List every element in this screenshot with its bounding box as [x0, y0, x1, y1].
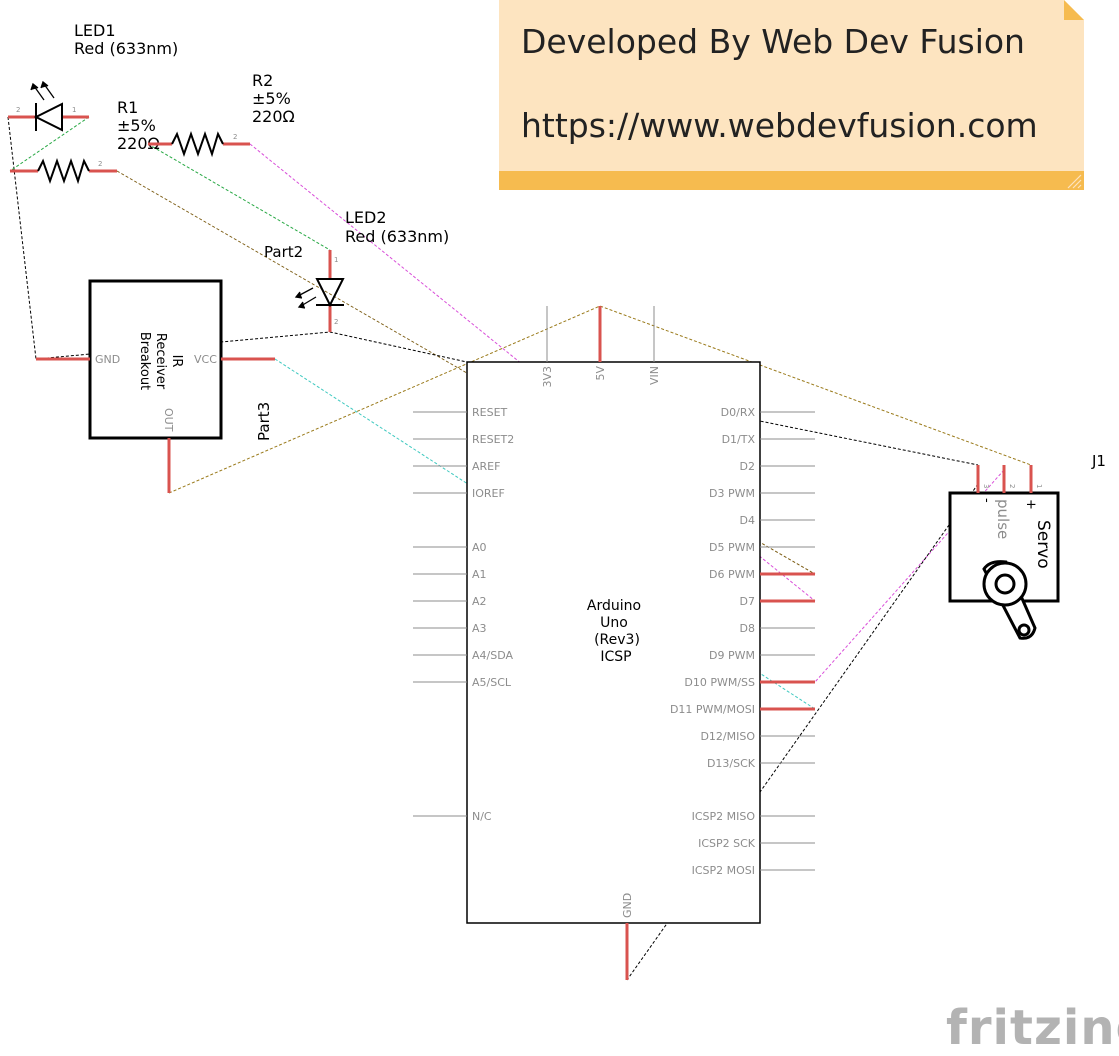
arduino-uno[interactable]: 3V3 5V VIN GND RESET RESET2 AREF IOREF A0 A1 A… [413, 306, 815, 980]
arduino-left-pin-aref: AREF [472, 460, 500, 473]
arduino-pin-vin: VIN [648, 366, 661, 385]
fritzing-logo: fritzing [946, 1000, 1119, 1056]
arduino-right-pin-d1-tx: D1/TX [722, 433, 756, 446]
led2-pin2-label: 2 [334, 318, 338, 326]
servo-pin-plus: + [1023, 499, 1038, 510]
led1[interactable]: 2 1 LED1 Red (633nm) [8, 21, 178, 132]
resistor-r2[interactable]: 2 R2 ±5% 220Ω [148, 71, 295, 158]
servo-pin1-num: 1 [1035, 484, 1043, 488]
led2-light-arrows-icon [294, 287, 317, 309]
arduino-left-pin-a5-scl: A5/SCL [472, 676, 512, 689]
arduino-right-pin-d5-pwm: D5 PWM [709, 541, 755, 554]
led2[interactable]: 1 2 LED2 Red (633nm) Part2 [264, 208, 449, 332]
arduino-right-pin-d10-pwm-ss: D10 PWM/SS [684, 676, 755, 689]
arduino-left-pin-n-c: N/C [472, 810, 492, 823]
arduino-left-pin-ioref: IOREF [472, 487, 505, 500]
led2-value: Red (633nm) [345, 227, 449, 246]
arduino-right-pin-icsp2-sck: ICSP2 SCK [698, 837, 756, 850]
servo-pin-pulse: pulse [994, 499, 1012, 539]
servo-j1[interactable]: 3 2 1 - pulse + Servo J1 [948, 452, 1106, 640]
ir-pin-vcc: VCC [194, 353, 217, 366]
arduino-left-pin-a0: A0 [472, 541, 487, 554]
led1-light-arrows-icon [30, 80, 55, 101]
servo-pin2-num: 2 [1008, 484, 1016, 488]
r2-zigzag [171, 130, 224, 158]
led1-value: Red (633nm) [74, 39, 178, 58]
schematic-canvas: Developed By Web Dev Fusion https://www.… [7, 0, 1119, 1056]
arduino-left-pin-a1: A1 [472, 568, 487, 581]
led2-name: LED2 [345, 208, 387, 227]
arduino-title-line4: ICSP [600, 649, 631, 665]
arduino-pin-3v3: 3V3 [541, 366, 554, 388]
ir-receiver-breakout[interactable]: GND VCC OUT IR Receiver Breakout Part3 [36, 279, 275, 493]
arduino-right-pin-d8: D8 [740, 622, 755, 635]
servo-ref: J1 [1091, 452, 1106, 470]
arduino-pin-5v: 5V [594, 366, 607, 381]
r1-tolerance: ±5% [117, 116, 156, 135]
arduino-title-line2: Uno [600, 615, 628, 631]
arduino-right-pin-d3-pwm: D3 PWM [709, 487, 755, 500]
arduino-left-pin-a4-sda: A4/SDA [472, 649, 513, 662]
r2-name: R2 [252, 71, 273, 90]
led2-part-label: Part2 [264, 243, 303, 261]
note-line-url: https://www.webdevfusion.com [521, 106, 1038, 145]
arduino-right-pin-d11-pwm-mosi: D11 PWM/MOSI [670, 703, 755, 716]
arduino-right-pin-d7: D7 [740, 595, 755, 608]
r2-tolerance: ±5% [252, 89, 291, 108]
note-line-developer: Developed By Web Dev Fusion [521, 22, 1025, 61]
ir-title-line1: IR [169, 355, 184, 368]
wire-led1-gnd[interactable] [7, 116, 37, 360]
sticky-note[interactable]: Developed By Web Dev Fusion https://www.… [499, 0, 1084, 190]
led1-name: LED1 [74, 21, 116, 40]
arduino-left-pin-reset2: RESET2 [472, 433, 514, 446]
arduino-right-pin-d0-rx: D0/RX [721, 406, 756, 419]
servo-pin-minus: - [979, 498, 994, 503]
arduino-right-pin-d6-pwm: D6 PWM [709, 568, 755, 581]
arduino-left-pin-a2: A2 [472, 595, 487, 608]
arduino-title-line3: (Rev3) [594, 632, 640, 648]
arduino-right-pin-icsp2-miso: ICSP2 MISO [692, 810, 756, 823]
r1-name: R1 [117, 98, 138, 117]
led1-diode-symbol [33, 102, 63, 132]
led1-pin1-label: 1 [72, 106, 76, 114]
arduino-right-pin-d2: D2 [740, 460, 755, 473]
r1-pin2-label: 2 [98, 160, 102, 168]
ir-pin-out: OUT [162, 408, 175, 432]
led1-pin2-label: 2 [16, 106, 20, 114]
ir-part-label: Part3 [255, 402, 273, 441]
arduino-right-pin-icsp2-mosi: ICSP2 MOSI [692, 864, 755, 877]
led2-diode-symbol [315, 278, 345, 308]
servo-pin3-num: 3 [982, 484, 990, 488]
r2-value: 220Ω [252, 107, 295, 126]
led2-pin1-label: 1 [334, 256, 338, 264]
r1-zigzag [37, 157, 90, 185]
resistor-r1[interactable]: 2 R1 ±5% 220Ω [10, 98, 160, 185]
arduino-right-pin-d12-miso: D12/MISO [700, 730, 755, 743]
wire-led1-r1[interactable] [9, 116, 90, 172]
arduino-left-pin-a3: A3 [472, 622, 487, 635]
arduino-title-line1: Arduino [587, 598, 641, 614]
ir-title-line2: Receiver [153, 333, 168, 390]
arduino-right-pin-d4: D4 [740, 514, 755, 527]
arduino-right-pin-d9-pwm: D9 PWM [709, 649, 755, 662]
servo-name: Servo [1033, 520, 1053, 569]
r2-pin2-label: 2 [233, 133, 237, 141]
ir-title-line3: Breakout [137, 332, 152, 390]
ir-pin-gnd: GND [95, 353, 120, 366]
arduino-left-pin-reset: RESET [472, 406, 508, 419]
wire-r1-led2[interactable] [147, 143, 331, 251]
arduino-pin-gnd: GND [621, 893, 634, 918]
arduino-right-pin-d13-sck: D13/SCK [707, 757, 756, 770]
